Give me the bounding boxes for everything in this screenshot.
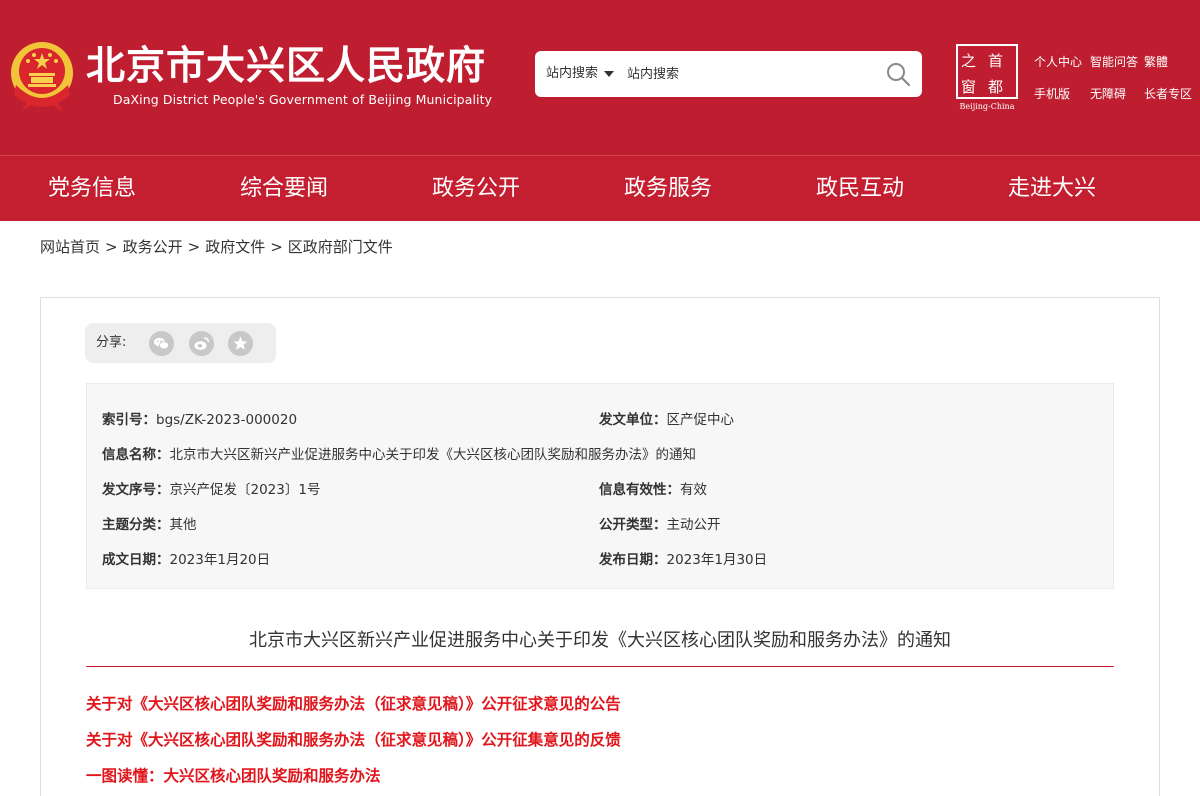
nav-news[interactable]: 综合要闻 bbox=[240, 156, 328, 222]
meta-label: 发文序号： bbox=[102, 482, 170, 498]
meta-label: 发布日期： bbox=[599, 552, 667, 568]
breadcrumb-gov-documents[interactable]: 政府文件 bbox=[205, 238, 265, 256]
elderly-zone-link[interactable]: 长者专区 bbox=[1144, 85, 1192, 102]
nav-about-daxing[interactable]: 走进大兴 bbox=[1008, 156, 1096, 222]
meta-label: 公开类型： bbox=[599, 517, 667, 533]
meta-disclosure: 公开类型：主动公开 bbox=[599, 513, 721, 533]
meta-created-date: 成文日期：2023年1月20日 bbox=[102, 548, 270, 568]
nav-gov-services[interactable]: 政务服务 bbox=[624, 156, 712, 222]
weibo-icon[interactable] bbox=[189, 331, 214, 356]
meta-value: bgs/ZK-2023-000020 bbox=[156, 412, 298, 428]
search-input[interactable] bbox=[627, 59, 867, 89]
related-link-infographic[interactable]: 一图读懂：大兴区核心团队奖励和服务办法 bbox=[86, 764, 381, 786]
capital-logo-char: 窗 bbox=[961, 78, 977, 96]
meta-issuer: 发文单位：区产促中心 bbox=[599, 408, 734, 428]
capital-logo-caption: Beijing-China bbox=[959, 102, 1015, 111]
main-nav: 党务信息 综合要闻 政务公开 政务服务 政民互动 走进大兴 bbox=[0, 155, 1200, 221]
search-scope-label: 站内搜索 bbox=[546, 66, 599, 81]
breadcrumb-separator: > bbox=[105, 238, 118, 256]
meta-value: 2023年1月30日 bbox=[666, 552, 768, 568]
site-subtitle: DaXing District People's Government of B… bbox=[113, 92, 493, 107]
meta-published-date: 发布日期：2023年1月30日 bbox=[599, 548, 767, 568]
meta-index-no: 索引号：bgs/ZK-2023-000020 bbox=[102, 408, 297, 428]
meta-info-name: 信息名称：北京市大兴区新兴产业促进服务中心关于印发《大兴区核心团队奖励和服务办法… bbox=[102, 443, 696, 463]
meta-category: 主题分类：其他 bbox=[102, 513, 197, 533]
site-title: 北京市大兴区人民政府 bbox=[86, 44, 487, 89]
search-icon[interactable] bbox=[885, 61, 911, 87]
document-title: 北京市大兴区新兴产业促进服务中心关于印发《大兴区核心团队奖励和服务办法》的通知 bbox=[249, 630, 951, 651]
meta-label: 索引号： bbox=[102, 412, 156, 428]
accessibility-link[interactable]: 无障碍 bbox=[1090, 85, 1126, 102]
meta-label: 信息有效性： bbox=[599, 482, 680, 498]
meta-value: 主动公开 bbox=[666, 517, 721, 533]
smart-qa-link[interactable]: 智能问答 bbox=[1090, 53, 1138, 70]
caret-down-icon bbox=[604, 70, 615, 77]
breadcrumb-separator: > bbox=[187, 238, 201, 256]
nav-gov-openness[interactable]: 政务公开 bbox=[432, 156, 520, 222]
search-box: 站内搜索 bbox=[535, 51, 922, 97]
capital-window-logo[interactable]: 之 首 窗 都 Beijing-China bbox=[952, 44, 1022, 116]
meta-value: 北京市大兴区新兴产业促进服务中心关于印发《大兴区核心团队奖励和服务办法》的通知 bbox=[169, 447, 697, 463]
meta-label: 主题分类： bbox=[102, 517, 170, 533]
breadcrumb-dept-documents[interactable]: 区政府部门文件 bbox=[288, 238, 393, 256]
meta-doc-no: 发文序号：京兴产促发〔2023〕1号 bbox=[102, 478, 320, 498]
favorite-star-icon[interactable] bbox=[228, 331, 253, 356]
nav-party-affairs[interactable]: 党务信息 bbox=[48, 156, 136, 222]
meta-value: 区产促中心 bbox=[666, 412, 735, 428]
search-scope-dropdown[interactable]: 站内搜索 bbox=[546, 51, 615, 97]
wechat-icon[interactable] bbox=[149, 331, 174, 356]
title-divider bbox=[86, 666, 1114, 667]
share-bar: 分享: bbox=[85, 323, 276, 363]
meta-value: 京兴产促发〔2023〕1号 bbox=[169, 482, 321, 498]
meta-label: 发文单位： bbox=[599, 412, 667, 428]
breadcrumb-home[interactable]: 网站首页 bbox=[40, 238, 100, 256]
meta-validity: 信息有效性：有效 bbox=[599, 478, 707, 498]
breadcrumb-gov-openness[interactable]: 政务公开 bbox=[123, 238, 183, 256]
capital-logo-char: 都 bbox=[988, 78, 1004, 96]
capital-logo-char: 之 bbox=[961, 52, 977, 70]
meta-label: 信息名称： bbox=[102, 447, 170, 463]
meta-value: 其他 bbox=[169, 517, 197, 533]
related-link-consultation-feedback[interactable]: 关于对《大兴区核心团队奖励和服务办法（征求意见稿）》公开征集意见的反馈 bbox=[86, 728, 621, 750]
breadcrumb-separator: > bbox=[270, 238, 283, 256]
breadcrumb: 网站首页 > 政务公开 > 政府文件 > 区政府部门文件 bbox=[40, 236, 393, 257]
meta-value: 2023年1月20日 bbox=[169, 552, 271, 568]
capital-logo-char: 首 bbox=[988, 52, 1004, 70]
meta-label: 成文日期： bbox=[102, 552, 170, 568]
site-header: 北京市大兴区人民政府 DaXing District People's Gove… bbox=[0, 0, 1200, 155]
traditional-chinese-link[interactable]: 繁體 bbox=[1144, 53, 1168, 70]
related-link-consultation-notice[interactable]: 关于对《大兴区核心团队奖励和服务办法（征求意见稿）》公开征求意见的公告 bbox=[86, 692, 621, 714]
mobile-version-link[interactable]: 手机版 bbox=[1034, 85, 1070, 102]
meta-value: 有效 bbox=[680, 482, 707, 498]
nav-interaction[interactable]: 政民互动 bbox=[816, 156, 904, 222]
personal-center-link[interactable]: 个人中心 bbox=[1034, 53, 1082, 70]
share-label: 分享: bbox=[96, 335, 127, 350]
national-emblem-icon bbox=[11, 42, 73, 111]
